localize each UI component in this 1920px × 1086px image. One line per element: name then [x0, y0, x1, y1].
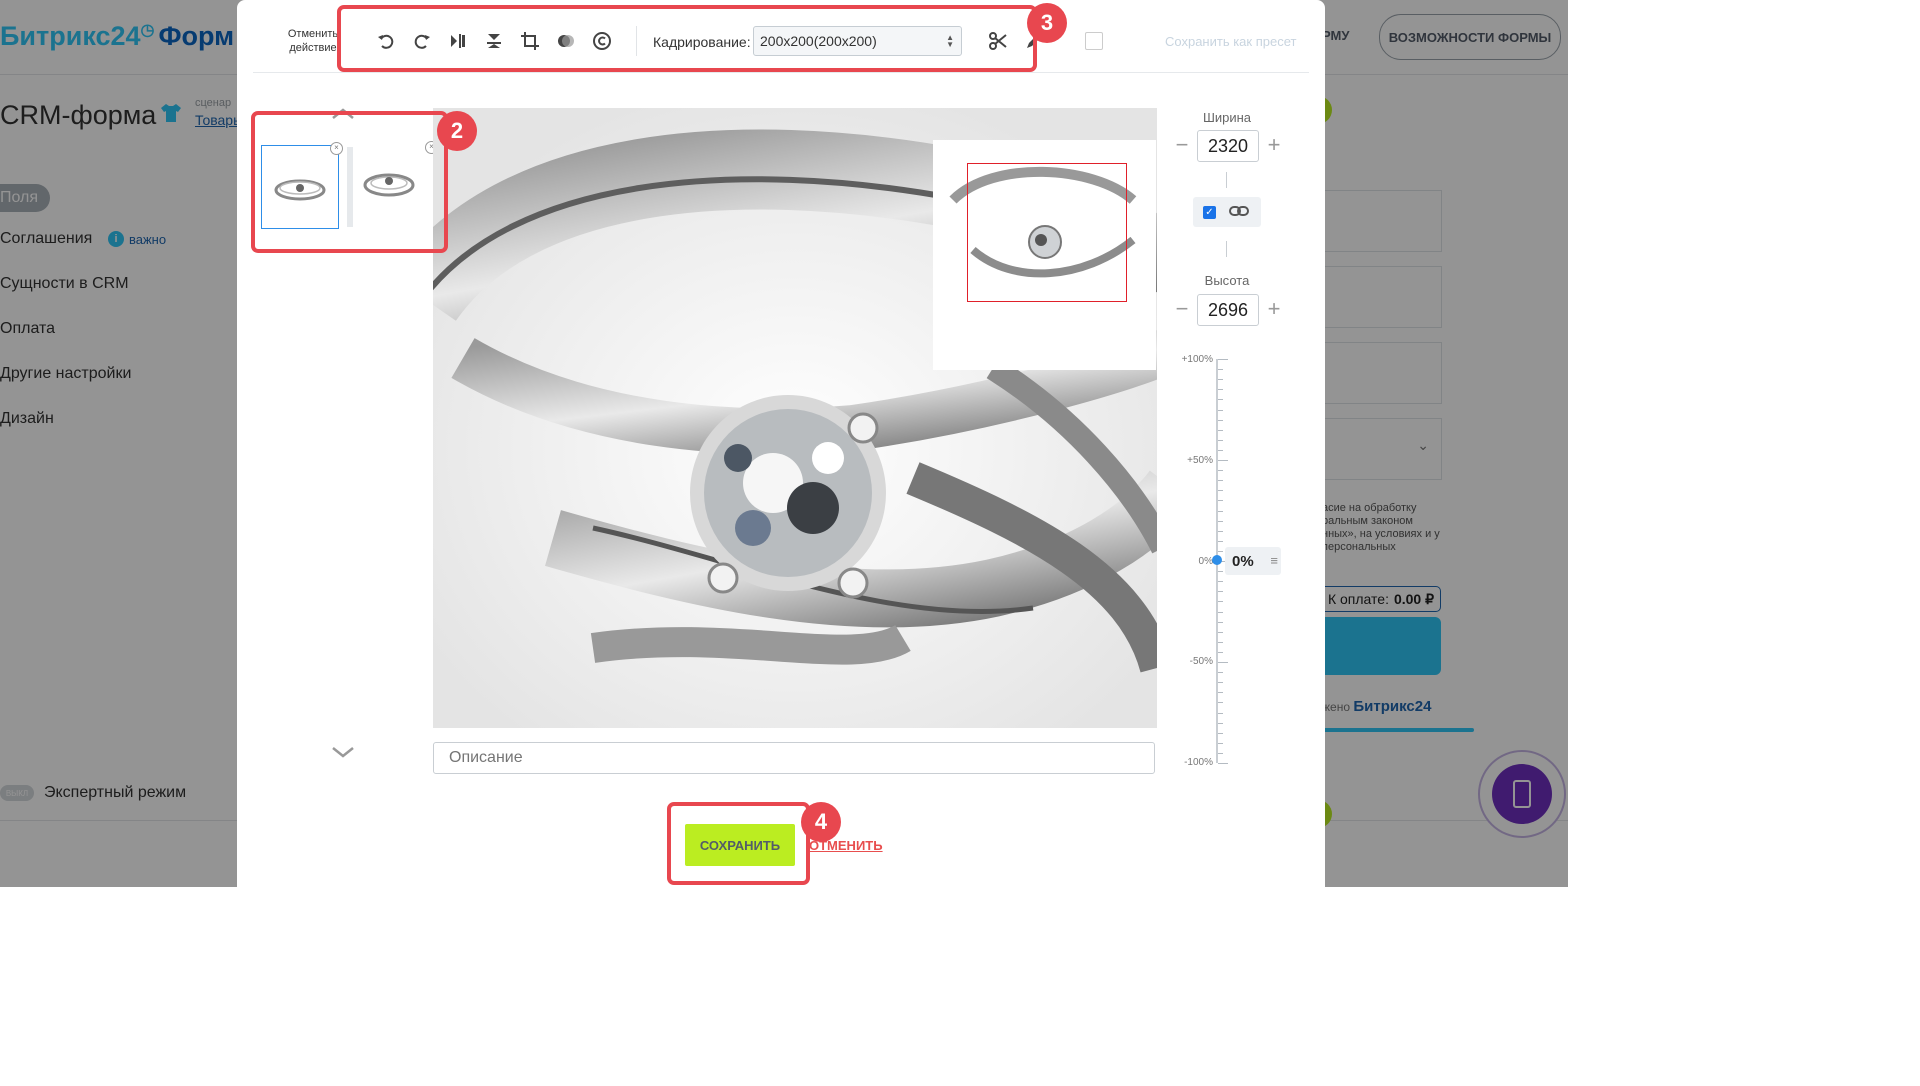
width-stepper: − + [1173, 130, 1283, 162]
zoom-tick-mark [1218, 439, 1223, 441]
zoom-tick-mark [1218, 732, 1223, 734]
zoom-label-minus100: -100% [1184, 757, 1213, 768]
keep-ratio-control[interactable]: ✓ [1193, 197, 1261, 227]
zoom-tick-mark [1218, 702, 1223, 704]
zoom-tick-mark [1218, 722, 1223, 724]
zoom-label-minus50: -50% [1189, 656, 1213, 667]
keep-ratio-checkbox[interactable]: ✓ [1203, 206, 1216, 219]
zoom-tick-mark [1218, 621, 1223, 623]
zoom-tick-mark [1218, 359, 1228, 360]
callout-box-save [667, 802, 810, 885]
zoom-tick-mark [1218, 571, 1223, 573]
zoom-tick-mark [1218, 752, 1223, 754]
zoom-tick-mark [1218, 742, 1223, 744]
zoom-tick-mark [1218, 490, 1223, 492]
frame-icon[interactable] [1085, 32, 1103, 50]
callout-badge: 2 [437, 111, 477, 151]
chevron-down-icon[interactable] [331, 746, 355, 758]
ratio-line [1226, 172, 1227, 188]
zoom-tick-mark [1218, 763, 1228, 764]
save-as-preset-button[interactable]: Сохранить как пресет [1165, 34, 1296, 49]
zoom-tick-mark [1218, 480, 1223, 482]
zoom-tick-mark [1218, 672, 1223, 674]
zoom-tick-mark [1218, 550, 1223, 552]
callout-box-toolbar [337, 5, 1037, 72]
zoom-tick-mark [1218, 510, 1223, 512]
zoom-tick-mark [1218, 601, 1223, 603]
zoom-tick-mark [1218, 369, 1223, 371]
zoom-tick-mark [1218, 540, 1223, 542]
zoom-tick-mark [1218, 530, 1223, 532]
description-input[interactable] [433, 742, 1155, 774]
minimap-viewport[interactable] [967, 163, 1127, 302]
zoom-tick-mark [1218, 409, 1223, 411]
width-decrease-button[interactable]: − [1173, 134, 1191, 156]
width-input[interactable] [1197, 130, 1259, 162]
height-increase-button[interactable]: + [1265, 298, 1283, 320]
zoom-tick-mark [1218, 591, 1223, 593]
zoom-tick-mark [1218, 712, 1223, 714]
zoom-tick-mark [1218, 692, 1223, 694]
drag-handle-icon: ≡ [1270, 553, 1278, 568]
zoom-slider-handle[interactable] [1212, 555, 1222, 565]
chain-link-icon [1229, 206, 1249, 216]
ratio-line [1226, 241, 1227, 257]
width-label: Ширина [1202, 110, 1252, 125]
zoom-tick-mark [1218, 581, 1223, 583]
zoom-value-badge[interactable]: 0% ≡ [1225, 547, 1281, 575]
callout-box-thumbnails [251, 111, 448, 253]
zoom-label-plus100: +100% [1181, 354, 1213, 365]
zoom-tick-mark [1218, 651, 1223, 653]
zoom-tick-mark [1218, 379, 1223, 381]
zoom-tick-mark [1218, 662, 1228, 663]
zoom-tick-mark [1218, 460, 1228, 461]
callout-badge: 4 [801, 802, 841, 842]
zoom-tick-mark [1218, 470, 1223, 472]
zoom-tick-mark [1218, 389, 1223, 391]
zoom-tick-mark [1218, 399, 1223, 401]
zoom-tick-mark [1218, 631, 1223, 633]
zoom-tick-mark [1218, 419, 1223, 421]
zoom-label-zero: 0% [1198, 556, 1213, 567]
callout-badge: 3 [1027, 3, 1067, 43]
height-input[interactable] [1197, 294, 1259, 326]
zoom-label-plus50: +50% [1187, 455, 1213, 466]
zoom-tick-mark [1218, 500, 1223, 502]
zoom-tick-mark [1218, 520, 1223, 522]
image-minimap[interactable] [933, 140, 1156, 370]
zoom-tick-mark [1218, 449, 1223, 451]
height-decrease-button[interactable]: − [1173, 298, 1191, 320]
zoom-tick-mark [1218, 611, 1223, 613]
height-label: Высота [1204, 273, 1250, 288]
width-increase-button[interactable]: + [1265, 134, 1283, 156]
zoom-tick-mark [1218, 429, 1223, 431]
height-stepper: − + [1173, 294, 1283, 326]
zoom-tick-mark [1218, 682, 1223, 684]
zoom-tick-mark [1218, 641, 1223, 643]
